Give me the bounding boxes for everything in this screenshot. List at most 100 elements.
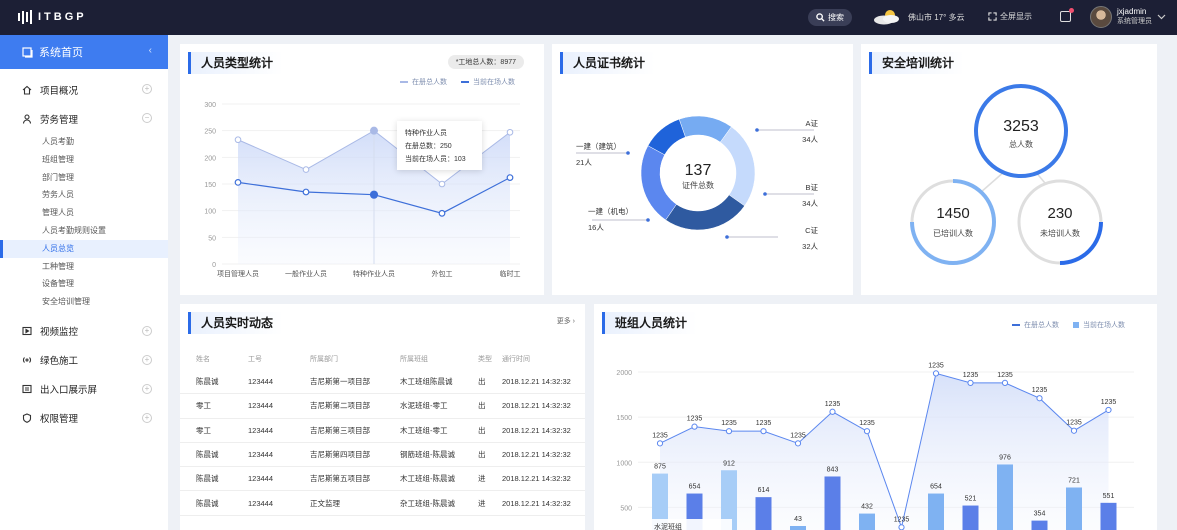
collapse-icon[interactable]: ‹ (149, 45, 152, 56)
user-role: 系统管理员 (1117, 18, 1152, 25)
sidebar-item-labor[interactable]: 劳务管理 − (0, 104, 168, 133)
sidebar-item-overview[interactable]: 项目概况 + (0, 75, 168, 104)
list-icon (22, 385, 32, 394)
slice-name-label: A证 (805, 119, 818, 128)
expand-icon[interactable]: + (142, 325, 152, 336)
team-panel: 班组人员统计 在册总人数 当前在场人数 500 1000 1500 2000 654 61… (594, 304, 1157, 530)
sidebar-sub-labor[interactable]: 劳务人员 (0, 186, 168, 204)
fullscreen-button[interactable]: 全屏显示 (988, 11, 1032, 22)
tooltip-line: 当前在场人员：103 (405, 156, 466, 163)
data-point (829, 408, 836, 415)
sidebar-sub-managers[interactable]: 管理人员 (0, 204, 168, 222)
table-row[interactable]: 零工 123444 吉尼斯第三项目部 木工班组-零工 出 2018.12.21 14:32… (180, 419, 585, 443)
search-icon (816, 13, 825, 22)
table-row[interactable]: 陈晨诚 123444 吉尼斯第四项目部 钢筋班组-陈晨诚 出 2018.12.21 14:… (180, 443, 585, 468)
slice-name-label: 一建（机电） (588, 206, 633, 216)
x-tick-label: 项目管理人员 (217, 269, 259, 278)
bar-value-label: 912 (723, 460, 735, 467)
realtime-panel: 人员实时动态 更多 › 姓名 工号 所属部门 所属班组 类型 通行时间 陈晨诚 1… (180, 304, 585, 530)
bar (859, 513, 875, 530)
play-icon (22, 327, 32, 336)
line-value-label: 1235 (790, 432, 806, 439)
person-type-chart: 050100150200250300项目管理人员 一般作业人员 特种作业人员 外包工临… (204, 102, 521, 278)
line-value-label: 1235 (825, 401, 841, 408)
sidebar-item-video[interactable]: 视频监控 + (0, 317, 168, 346)
table-row[interactable]: 陈晨诚 123444 吉尼斯第五项目部 木工班组-陈晨诚 进 2018.12.21 14:… (180, 467, 585, 492)
sidebar-item-gate-screen[interactable]: 出入口展示屏 + (0, 375, 168, 404)
table-cell: 123444 (248, 425, 274, 435)
sidebar-item-green[interactable]: 绿色施工 + (0, 346, 168, 375)
logo[interactable]: ITBGP (18, 10, 87, 24)
data-point-present (369, 190, 379, 199)
leader-dot (725, 235, 729, 239)
sidebar-sub-worktypes[interactable]: 工种管理 (0, 258, 168, 276)
bar-value-label: 432 (861, 504, 873, 511)
y-tick-label: 150 (204, 182, 216, 189)
bar-value-label: 976 (999, 454, 1011, 461)
leader-dot (646, 218, 650, 222)
sidebar-item-label: 权限管理 (40, 414, 79, 426)
table-cell: 杂工班组-陈晨诚 (400, 498, 455, 508)
collapse-icon[interactable]: − (142, 113, 152, 123)
x-tick-label: 一般作业人员 (285, 269, 327, 278)
user-menu[interactable]: jxjadmin 系统管理员 (1090, 6, 1166, 28)
sidebar-sub-devices[interactable]: 设备管理 (0, 275, 168, 293)
table-cell: 木工班组陈晨诚 (400, 377, 453, 387)
expand-icon[interactable]: + (142, 383, 152, 394)
data-point-registered (438, 180, 446, 188)
table-cell: 2018.12.21 14:32:32 (502, 498, 571, 508)
chart-tooltip: 特种作业人员 在册总数：250 当前在场人员：103 (397, 121, 482, 170)
x-tick-label: 临时工 (500, 269, 521, 278)
fullscreen-icon (988, 12, 997, 21)
sidebar-item-permissions[interactable]: 权限管理 + (0, 404, 168, 433)
sidebar-sub-department[interactable]: 部门管理 (0, 169, 168, 187)
line-value-label: 1235 (1101, 399, 1117, 406)
y-tick-label: 500 (620, 505, 632, 512)
search-button[interactable]: 搜索 (808, 9, 852, 26)
broadcast-icon (22, 357, 32, 364)
table-row[interactable]: 陈晨诚 123444 吉尼斯第一项目部 木工班组陈晨诚 出 2018.12.21 14:3… (180, 370, 585, 395)
table-cell: 零工 (196, 425, 211, 435)
table-cell: 陈晨诚 (196, 450, 219, 460)
sidebar-sub-overview[interactable]: 人员总览 (0, 239, 168, 258)
data-point-registered (302, 166, 310, 173)
sidebar-sub-attendance-rules[interactable]: 人员考勤规则设置 (0, 222, 168, 240)
data-point (794, 440, 802, 447)
tooltip-title: 特种作业人员 (405, 130, 447, 137)
sidebar-item-label: 出入口展示屏 (40, 385, 98, 397)
weather-widget: 佛山市 17° 多云 (872, 9, 965, 25)
table-row[interactable]: 零工 123444 吉尼斯第二项目部 水泥班组-零工 出 2018.12.21 14:32… (180, 394, 585, 419)
slice-name-label: C证 (805, 226, 818, 235)
expand-icon[interactable]: + (142, 354, 152, 365)
expand-icon[interactable]: + (142, 84, 152, 94)
data-point (932, 370, 940, 377)
table-cell: 木工班组-零工 (400, 425, 448, 435)
y-tick-label: 100 (204, 209, 216, 216)
sidebar-header[interactable]: 系统首页 ‹ (0, 35, 168, 69)
bar-value-label: 614 (758, 487, 770, 494)
expand-icon[interactable]: + (142, 412, 152, 423)
top-bar: ITBGP 搜索 佛山市 17° 多云 全屏显示 jxjadmin 系统管理员 (0, 0, 1177, 35)
table-cell: 吉尼斯第二项目部 (310, 401, 370, 411)
data-point (863, 428, 871, 435)
bar (962, 505, 979, 530)
center-label: 证件总数 (682, 180, 714, 190)
slice-count-label: 34人 (802, 199, 818, 208)
table-cell: 吉尼斯第四项目部 (310, 450, 370, 460)
more-link[interactable]: 更多 › (557, 316, 575, 326)
sidebar-sub-team[interactable]: 班组管理 (0, 151, 168, 169)
bar (1066, 487, 1082, 530)
table-row[interactable]: 陈晨诚 123444 正文监理 杂工班组-陈晨诚 进 2018.12.21 14:32:3… (180, 491, 585, 516)
slice-count-label: 16人 (588, 223, 604, 232)
line-value-label: 1235 (1066, 420, 1082, 427)
tooltip-line: 在册总数：250 (405, 143, 452, 150)
line-value-label: 1235 (687, 416, 703, 423)
sidebar-item-label: 绿色施工 (40, 356, 79, 368)
sidebar-sub-training[interactable]: 安全培训管理 (0, 293, 168, 311)
sidebar-sub-attendance[interactable]: 人员考勤 (0, 133, 168, 151)
col-type: 类型 (478, 356, 492, 363)
table-cell: 水泥班组-零工 (400, 401, 448, 411)
slice-count-label: 32人 (802, 242, 818, 251)
slice-count-label: 21人 (576, 158, 592, 167)
notification-icon[interactable] (1060, 8, 1074, 22)
